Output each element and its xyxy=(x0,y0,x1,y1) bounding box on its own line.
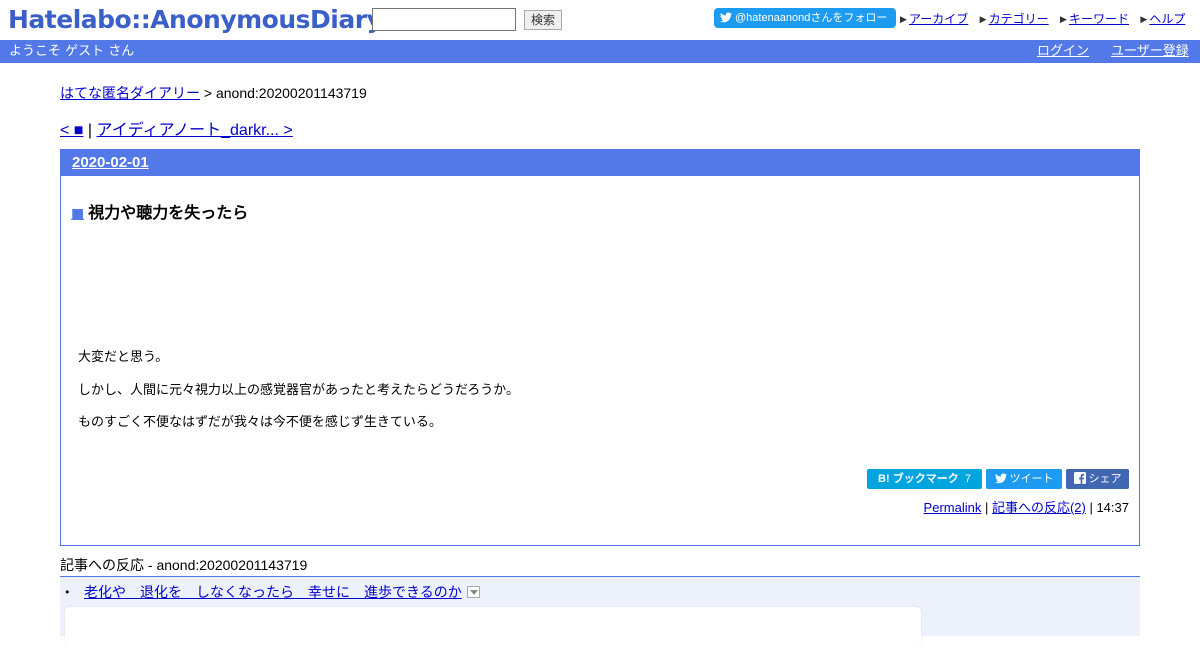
meta-separator: | xyxy=(1085,500,1097,515)
nav-archive-link[interactable]: アーカイブ xyxy=(909,12,968,26)
entry-pager: < ■ | アイディアノート_darkr... > xyxy=(60,121,293,141)
share-buttons: B! ブックマーク 7 ツイート シェア xyxy=(863,469,1129,489)
triangle-right-icon: ▶ xyxy=(900,14,907,24)
hatena-bookmark-label: ブックマーク xyxy=(892,473,959,485)
twitter-bird-icon xyxy=(720,12,732,23)
search-button[interactable]: 検索 xyxy=(524,10,562,30)
breadcrumb-current: anond:20200201143719 xyxy=(215,85,367,101)
reaction-item: • 老化や 退化を しなくなったら 幸せに 進歩できるのか xyxy=(64,584,480,602)
prev-entry-link[interactable]: < ■ xyxy=(60,122,83,139)
entry-day-box: 2020-02-01 ■ 視力や聴力を失ったら 大変だと思う。 しかし、人間に元々… xyxy=(60,149,1140,546)
bookmark-count: 7 xyxy=(964,473,971,485)
share-label: シェア xyxy=(1088,473,1122,485)
nav-help[interactable]: ▶ ヘルプ xyxy=(1140,10,1185,27)
meta-separator: | xyxy=(981,500,992,515)
facebook-share-button[interactable]: シェア xyxy=(1066,469,1129,489)
login-link[interactable]: ログイン xyxy=(1037,43,1089,60)
breadcrumb: はてな匿名ダイアリー > anond:20200201143719 xyxy=(60,84,367,102)
reactions-heading: 記事への反応 - anond:20200201143719 xyxy=(60,557,308,573)
entry-body: 大変だと思う。 しかし、人間に元々視力以上の感覚器官があったと考えたらどうだろう… xyxy=(78,349,519,447)
next-entry-link[interactable]: アイディアノート_darkr... > xyxy=(97,122,293,139)
chevron-down-icon[interactable] xyxy=(466,586,480,598)
twitter-follow-button[interactable]: @hatenaanondさんをフォロー xyxy=(714,8,896,28)
triangle-right-icon: ▶ xyxy=(1059,14,1067,24)
entry-title: ■ 視力や聴力を失ったら xyxy=(71,203,248,224)
facebook-icon xyxy=(1073,472,1086,484)
tweet-button[interactable]: ツイート xyxy=(986,469,1062,489)
triangle-right-icon: ▶ xyxy=(979,14,987,24)
entry-body-paragraph: 大変だと思う。 xyxy=(78,350,169,365)
twitter-bird-icon xyxy=(994,473,1007,484)
breadcrumb-home-link[interactable]: はてな匿名ダイアリー xyxy=(60,85,200,101)
search-input[interactable] xyxy=(372,8,516,31)
hatena-bookmark-icon: B! xyxy=(878,473,890,485)
pager-separator: | xyxy=(83,122,97,139)
entry-body-paragraph: しかし、人間に元々視力以上の感覚器官があったと考えたらどうだろうか。 xyxy=(78,382,519,398)
reaction-preview-card xyxy=(65,607,921,647)
reaction-title-link[interactable]: 老化や 退化を しなくなったら 幸せに 進歩できるのか xyxy=(84,585,462,601)
tweet-label: ツイート xyxy=(1009,473,1054,485)
nav-help-link[interactable]: ヘルプ xyxy=(1149,12,1185,26)
welcome-text: ようこそ ゲスト さん xyxy=(9,44,135,59)
follow-button-label: @hatenaanondさんをフォロー xyxy=(735,12,888,24)
entry-time: 14:37 xyxy=(1096,500,1129,515)
nav-keyword[interactable]: ▶ キーワード xyxy=(1060,10,1129,27)
register-link[interactable]: ユーザー登録 xyxy=(1111,43,1189,60)
nav-category-link[interactable]: カテゴリー xyxy=(989,12,1049,26)
list-bullet: • xyxy=(64,586,71,599)
hatena-bookmark-button[interactable]: B! ブックマーク 7 xyxy=(867,469,982,489)
header-nav: ▶ アーカイブ ▶ カテゴリー ▶ キーワード ▶ ヘルプ xyxy=(900,10,1193,28)
entry-title-text: 視力や聴力を失ったら xyxy=(88,203,249,222)
entry-body-paragraph: ものすごく不便なはずだが我々は今不便を感じず生きている。 xyxy=(78,415,442,430)
site-header: Hatelabo::AnonymousDiary 検索 @hatenaanond… xyxy=(0,0,1200,40)
nav-category[interactable]: ▶ カテゴリー xyxy=(980,10,1049,27)
site-logo[interactable]: Hatelabo::AnonymousDiary xyxy=(8,2,383,36)
entry-meta: Permalink | 記事への反応(2) | 14:37 xyxy=(924,500,1129,516)
reactions-link[interactable]: 記事への反応(2) xyxy=(992,500,1086,515)
triangle-right-icon: ▶ xyxy=(1140,14,1148,24)
permalink-link[interactable]: Permalink xyxy=(924,500,982,515)
breadcrumb-separator: > xyxy=(200,85,216,101)
nav-archive[interactable]: ▶ アーカイブ xyxy=(900,10,968,27)
reactions-list: • 老化や 退化を しなくなったら 幸せに 進歩できるのか xyxy=(60,576,1140,647)
entry-date-header: 2020-02-01 xyxy=(61,150,1139,176)
entry-title-marker-link[interactable]: ■ xyxy=(71,206,84,222)
entry-date-link[interactable]: 2020-02-01 xyxy=(72,154,149,171)
user-bar: ようこそ ゲスト さん ログイン ユーザー登録 xyxy=(0,40,1200,63)
nav-keyword-link[interactable]: キーワード xyxy=(1069,12,1129,26)
